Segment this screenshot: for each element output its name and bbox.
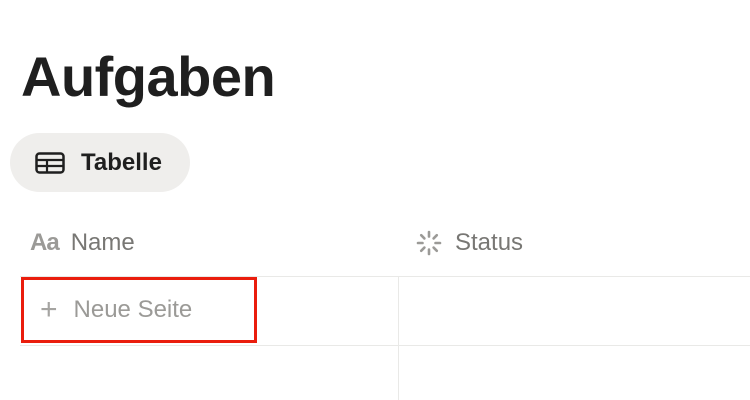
new-page-button[interactable]: + Neue Seite [21, 277, 257, 343]
text-type-icon: Aa [30, 229, 60, 256]
row-divider [20, 345, 750, 346]
tab-table-view[interactable]: Tabelle [10, 133, 190, 192]
column-header-status[interactable]: Status [415, 210, 523, 276]
page-title: Aufgaben [21, 45, 276, 108]
new-page-label: Neue Seite [73, 296, 193, 323]
status-spinner-icon [415, 229, 443, 257]
table-icon [35, 151, 65, 174]
column-header-label: Name [70, 229, 135, 256]
tab-label: Tabelle [81, 148, 162, 176]
column-header-label: Status [455, 229, 524, 256]
plus-icon: + [40, 293, 58, 326]
column-divider [398, 276, 399, 400]
column-header-name[interactable]: Aa Name [30, 210, 135, 276]
